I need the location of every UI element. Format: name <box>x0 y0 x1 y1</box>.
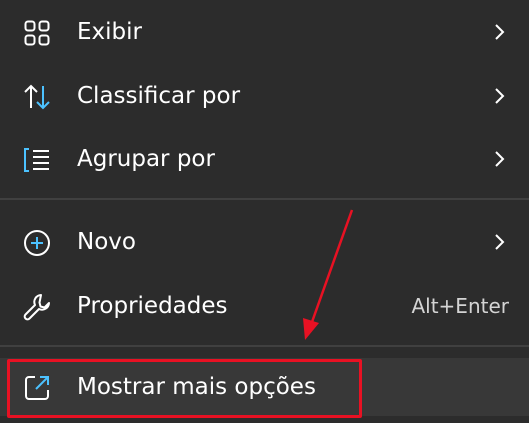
menu-item-label: Exibir <box>77 19 142 45</box>
red-highlight-box <box>7 359 362 418</box>
menu-item-exibir[interactable]: Exibir <box>0 3 529 61</box>
menu-item-classificar-por[interactable]: Classificar por <box>0 67 529 125</box>
menu-divider <box>0 345 529 347</box>
wrench-icon <box>22 292 52 322</box>
grid-view-icon <box>22 18 52 48</box>
chevron-right-icon <box>493 233 505 251</box>
chevron-right-icon <box>493 23 505 41</box>
chevron-right-icon <box>493 150 505 168</box>
menu-item-label: Agrupar por <box>77 146 215 172</box>
menu-divider <box>0 198 529 200</box>
menu-item-novo[interactable]: Novo <box>0 213 529 271</box>
menu-item-propriedades[interactable]: Propriedades Alt+Enter <box>0 277 529 335</box>
menu-item-agrupar-por[interactable]: Agrupar por <box>0 130 529 188</box>
menu-item-label: Propriedades <box>77 293 228 319</box>
menu-item-label: Classificar por <box>77 83 241 109</box>
sort-arrows-icon <box>22 82 52 112</box>
context-menu: Exibir Classificar por Agrupar por Novo … <box>0 0 529 423</box>
plus-circle-icon <box>22 228 52 258</box>
menu-item-label: Novo <box>77 229 136 255</box>
chevron-right-icon <box>493 87 505 105</box>
shortcut-label: Alt+Enter <box>411 294 509 318</box>
group-list-icon <box>22 145 52 175</box>
